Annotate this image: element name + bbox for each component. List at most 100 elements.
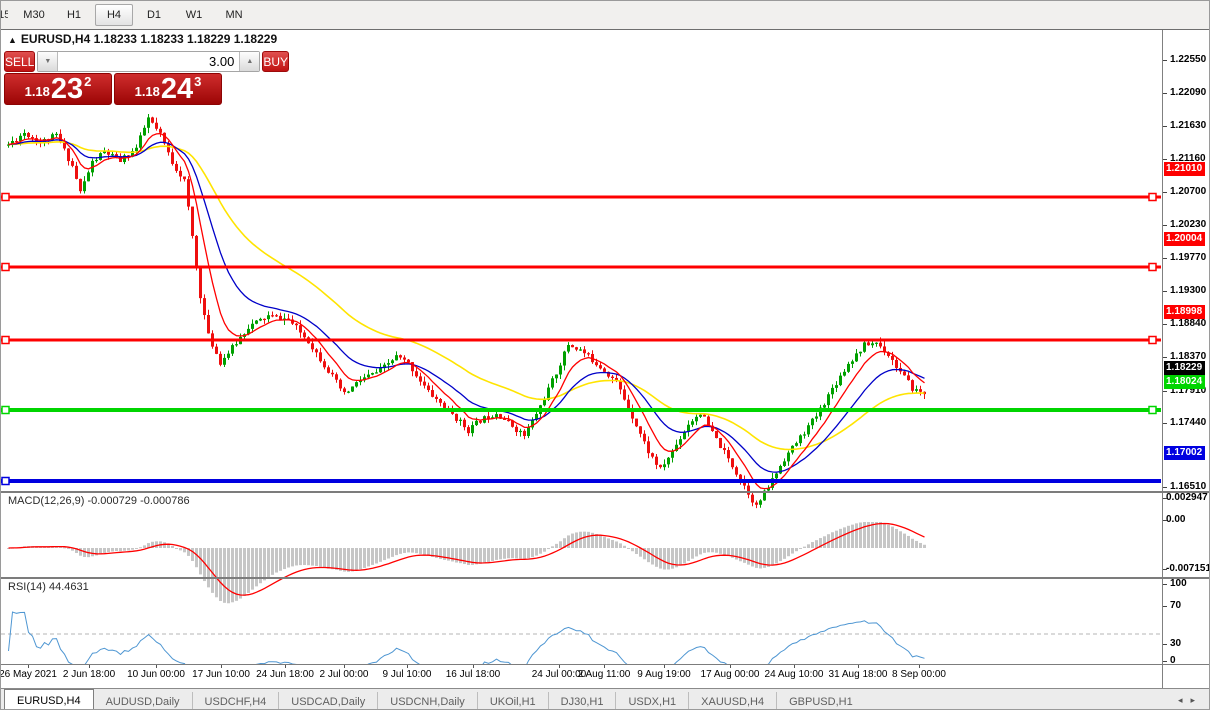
axis-tick-mark — [1163, 93, 1167, 94]
chart-tab-usdcnh-daily[interactable]: USDCNH,Daily — [377, 692, 477, 710]
chart-tab-xauusd-h4[interactable]: XAUUSD,H4 — [688, 692, 776, 710]
time-axis[interactable]: 26 May 20212 Jun 18:0010 Jun 00:0017 Jun… — [1, 665, 1161, 688]
price-axis[interactable]: 1.225501.220901.216301.211601.210101.207… — [1162, 1, 1210, 688]
time-tick-10 Jun 00:00: 10 Jun 00:00 — [127, 669, 185, 680]
chart-tab-dj30-h1[interactable]: DJ30,H1 — [548, 692, 616, 710]
axis-tick-1.17002: 1.17002 — [1164, 446, 1205, 460]
chart-tab-usdcad-daily[interactable]: USDCAD,Daily — [278, 692, 377, 710]
time-tick-mark — [473, 665, 474, 668]
time-tick-mark — [285, 665, 286, 668]
axis-tick-mark — [1163, 498, 1167, 499]
chart-tab-audusd-daily[interactable]: AUDUSD,Daily — [94, 692, 192, 710]
timeframe-h4[interactable]: H4 — [95, 4, 133, 26]
timeframe-d1[interactable]: D1 — [135, 4, 173, 26]
time-tick-mark — [156, 665, 157, 668]
buy-button[interactable]: BUY — [262, 51, 289, 72]
axis-tick-mark — [1163, 126, 1167, 127]
axis-tick-mark — [1163, 225, 1167, 226]
axis-tick-mark — [1163, 357, 1167, 358]
axis-tick-1.22550: 1.22550 — [1170, 53, 1206, 66]
time-tick-mark — [344, 665, 345, 668]
time-tick-26 May 2021: 26 May 2021 — [0, 669, 57, 680]
macd-indicator-canvas[interactable] — [1, 521, 1161, 605]
rsi-label: RSI(14) 44.4631 — [8, 581, 89, 593]
axis-tick-mark — [1163, 159, 1167, 160]
collapse-triangle-icon[interactable]: ▲ — [8, 35, 17, 45]
time-tick-mark — [730, 665, 731, 668]
axis-tick--0.007151: -0.007151 — [1166, 562, 1210, 575]
axis-tick-0.00: 0.00 — [1166, 513, 1185, 526]
main-chart-canvas[interactable] — [1, 58, 1161, 519]
tab-scroll-arrows: ◂▸ — [1178, 695, 1203, 706]
buy-price-big: 24 — [161, 76, 193, 103]
axis-tick-mark — [1163, 391, 1167, 392]
panel-separator — [1, 664, 1210, 665]
mt4-window: M15 M30H1H4D1W1MN ▲EURUSD,H4 1.18233 1.1… — [0, 0, 1210, 710]
axis-tick-mark — [1163, 423, 1167, 424]
chart-tab-gbpusd-h1[interactable]: GBPUSD,H1 — [776, 692, 865, 710]
volume-spinner: ▼ ▲ — [37, 51, 260, 72]
time-tick-mark — [559, 665, 560, 668]
chart-tab-usdchf-h4[interactable]: USDCHF,H4 — [192, 692, 279, 710]
time-tick-9 Jul 10:00: 9 Jul 10:00 — [383, 669, 432, 680]
axis-tick-mark — [1163, 192, 1167, 193]
time-tick-mark — [89, 665, 90, 668]
time-tick-mark — [221, 665, 222, 668]
chart-tab-usdx-h1[interactable]: USDX,H1 — [615, 692, 688, 710]
time-tick-9 Aug 19:00: 9 Aug 19:00 — [637, 669, 690, 680]
chart-tab-eurusd-h4[interactable]: EURUSD,H4 — [4, 689, 94, 710]
chart-area[interactable] — [1, 29, 1161, 665]
axis-tick-1.21630: 1.21630 — [1170, 119, 1206, 132]
axis-tick-mark — [1163, 606, 1167, 607]
chart-title: ▲EURUSD,H4 1.18233 1.18233 1.18229 1.182… — [8, 32, 277, 46]
time-tick-8 Sep 00:00: 8 Sep 00:00 — [892, 669, 946, 680]
time-tick-mark — [664, 665, 665, 668]
tab-scroll-right-icon[interactable]: ▸ — [1190, 695, 1203, 705]
panel-separator[interactable] — [1, 577, 1210, 579]
volume-increase-button[interactable]: ▲ — [239, 52, 259, 71]
buy-price-prefix: 1.18 — [135, 84, 160, 99]
timeframe-toolbar: M15 M30H1H4D1W1MN — [1, 1, 1210, 30]
timeframe-m15-clipped[interactable]: M15 — [1, 9, 8, 21]
buy-price-button[interactable]: 1.18 24 3 — [114, 73, 222, 105]
tab-scroll-left-icon[interactable]: ◂ — [1178, 695, 1191, 705]
axis-tick-1.17440: 1.17440 — [1170, 416, 1206, 429]
time-tick-24 Jun 18:00: 24 Jun 18:00 — [256, 669, 314, 680]
axis-tick-mark — [1163, 60, 1167, 61]
time-tick-mark — [28, 665, 29, 668]
timeframe-m30[interactable]: M30 — [15, 4, 53, 26]
time-tick-2 Jun 18:00: 2 Jun 18:00 — [63, 669, 115, 680]
axis-tick-1.18998: 1.18998 — [1164, 305, 1205, 319]
timeframe-buttons: M30H1H4D1W1MN — [14, 4, 254, 26]
time-tick-mark — [407, 665, 408, 668]
time-tick-mark — [919, 665, 920, 668]
chart-tab-ukoil-h1[interactable]: UKOil,H1 — [477, 692, 548, 710]
axis-tick-1.20700: 1.20700 — [1170, 185, 1206, 198]
volume-input[interactable] — [58, 52, 239, 71]
axis-tick-mark — [1163, 520, 1167, 521]
timeframe-h1[interactable]: H1 — [55, 4, 93, 26]
axis-tick-mark — [1163, 661, 1167, 662]
timeframe-w1[interactable]: W1 — [175, 4, 213, 26]
axis-tick-mark — [1163, 258, 1167, 259]
timeframe-mn[interactable]: MN — [215, 4, 253, 26]
panel-separator[interactable] — [1, 491, 1210, 493]
axis-tick-mark — [1163, 584, 1167, 585]
axis-tick-mark — [1163, 324, 1167, 325]
time-tick-31 Aug 18:00: 31 Aug 18:00 — [829, 669, 888, 680]
volume-decrease-button[interactable]: ▼ — [38, 52, 58, 71]
axis-tick-70: 70 — [1170, 599, 1181, 612]
axis-tick-1.18229: 1.18229 — [1164, 361, 1205, 375]
axis-tick-mark — [1163, 569, 1167, 570]
time-tick-2 Aug 11:00: 2 Aug 11:00 — [578, 669, 631, 680]
axis-tick-mark — [1163, 487, 1167, 488]
time-tick-16 Jul 18:00: 16 Jul 18:00 — [446, 669, 501, 680]
axis-tick-1.19300: 1.19300 — [1170, 284, 1206, 297]
buy-price-pipette: 3 — [194, 74, 201, 89]
sell-price-pipette: 2 — [84, 74, 91, 89]
axis-tick-1.21010: 1.21010 — [1164, 162, 1205, 176]
chart-tab-bar: EURUSD,H4AUDUSD,DailyUSDCHF,H4USDCAD,Dai… — [1, 688, 1210, 710]
axis-tick-0: 0 — [1170, 654, 1176, 667]
sell-price-button[interactable]: 1.18 23 2 — [4, 73, 112, 105]
sell-button[interactable]: SELL — [4, 51, 35, 72]
